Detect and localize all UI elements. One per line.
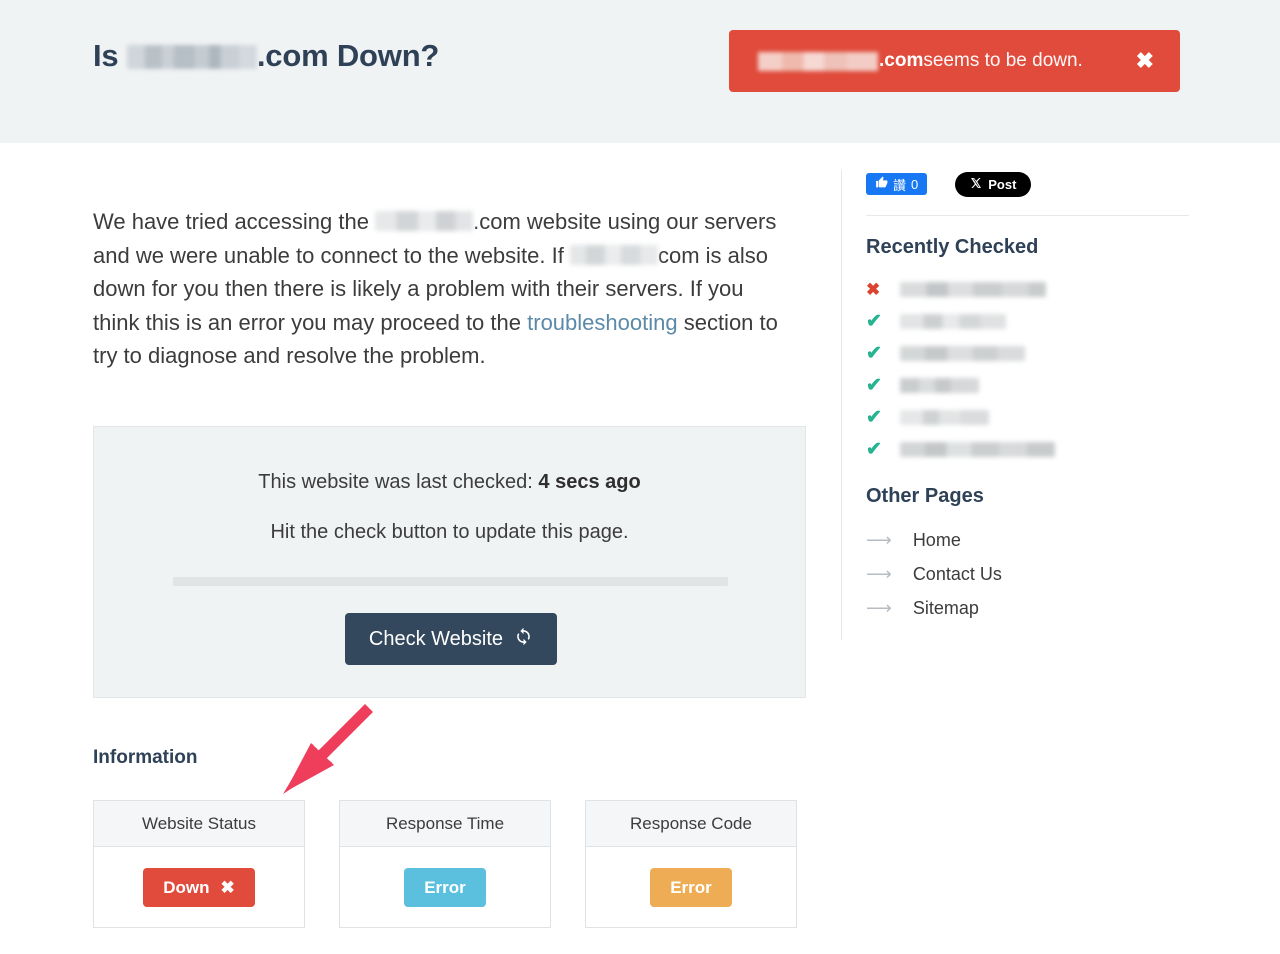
card-title: Response Time bbox=[340, 801, 550, 847]
status-badge-label: Error bbox=[670, 877, 712, 897]
list-item[interactable]: ✔ bbox=[866, 337, 1201, 369]
sidebar: 讚 0 Post Recently Checked ✖ ✔ ✔ ✔ ✔ ✔ Ot… bbox=[841, 170, 1201, 640]
card-website-status: Website Status Down ✖ bbox=[93, 800, 305, 928]
check-panel: This website was last checked: 4 secs ag… bbox=[93, 426, 806, 698]
card-body: Down ✖ bbox=[94, 847, 304, 927]
sidebar-divider bbox=[866, 215, 1189, 216]
card-body: Error bbox=[340, 847, 550, 927]
list-item[interactable]: ✔ bbox=[866, 305, 1201, 337]
alert-domain-tld: .com bbox=[879, 50, 924, 71]
social-buttons: 讚 0 Post bbox=[866, 170, 1201, 198]
page-title-prefix: Is bbox=[93, 38, 119, 73]
card-title: Response Code bbox=[586, 801, 796, 847]
page-title: Is .com Down? bbox=[93, 38, 439, 74]
refresh-icon bbox=[514, 627, 533, 652]
x-post-label: Post bbox=[988, 176, 1017, 192]
recently-checked-heading: Recently Checked bbox=[866, 236, 1039, 258]
last-checked-value: 4 secs ago bbox=[538, 471, 641, 493]
last-checked-line: This website was last checked: 4 secs ag… bbox=[94, 471, 805, 494]
facebook-like-button[interactable]: 讚 0 bbox=[866, 173, 928, 195]
down-alert-banner: .com seems to be down. ✖ bbox=[729, 30, 1180, 92]
list-item[interactable]: ✔ bbox=[866, 433, 1201, 465]
redacted-site-name bbox=[900, 377, 979, 393]
annotation-arrow-icon bbox=[277, 700, 377, 800]
other-pages-heading: Other Pages bbox=[866, 485, 984, 507]
information-cards: Website Status Down ✖ Response Time Erro… bbox=[93, 800, 797, 928]
sidebar-link-contact-us[interactable]: ⟶ Contact Us bbox=[866, 557, 1201, 591]
redacted-site-name bbox=[900, 441, 1055, 457]
recently-checked-list: ✖ ✔ ✔ ✔ ✔ ✔ bbox=[866, 273, 1201, 465]
list-item[interactable]: ✖ bbox=[866, 273, 1201, 305]
information-heading: Information bbox=[93, 747, 198, 768]
redacted-site-name bbox=[900, 409, 989, 425]
x-logo-icon bbox=[970, 177, 982, 192]
check-progress-bar bbox=[173, 577, 728, 586]
intro-part-1: We have tried accessing the bbox=[93, 209, 369, 234]
sidebar-link-home[interactable]: ⟶ Home bbox=[866, 523, 1201, 557]
last-checked-label: This website was last checked: bbox=[258, 471, 533, 493]
cross-icon: ✖ bbox=[866, 279, 881, 299]
status-badge: Error bbox=[404, 867, 486, 907]
card-title: Website Status bbox=[94, 801, 304, 847]
arrow-right-icon: ⟶ bbox=[866, 530, 892, 550]
redacted-domain-title bbox=[126, 45, 257, 69]
status-badge-label: Error bbox=[424, 877, 466, 897]
card-response-code: Response Code Error bbox=[585, 800, 797, 928]
list-item[interactable]: ✔ bbox=[866, 401, 1201, 433]
sidebar-link-label: Sitemap bbox=[912, 597, 979, 618]
redacted-site-name bbox=[900, 313, 1006, 329]
check-icon: ✔ bbox=[866, 438, 882, 460]
sidebar-link-label: Home bbox=[912, 529, 961, 550]
arrow-right-icon: ⟶ bbox=[866, 564, 892, 584]
close-icon[interactable]: ✖ bbox=[1136, 50, 1154, 72]
check-website-button[interactable]: Check Website bbox=[345, 613, 557, 665]
card-body: Error bbox=[586, 847, 796, 927]
list-item[interactable]: ✔ bbox=[866, 369, 1201, 401]
check-icon: ✔ bbox=[866, 406, 882, 428]
check-hint: Hit the check button to update this page… bbox=[270, 521, 629, 543]
page-header: Is .com Down? .com seems to be down. ✖ bbox=[0, 0, 1280, 143]
other-pages-list: ⟶ Home ⟶ Contact Us ⟶ Sitemap bbox=[866, 523, 1201, 625]
cross-icon: ✖ bbox=[220, 877, 235, 897]
intro-paragraph: We have tried accessing the .com website… bbox=[93, 205, 793, 373]
status-badge: Down ✖ bbox=[143, 867, 255, 907]
redacted-site-name bbox=[900, 281, 1046, 297]
redacted-domain-body-2 bbox=[569, 244, 658, 265]
status-badge-label: Down bbox=[163, 877, 210, 897]
check-website-button-label: Check Website bbox=[368, 627, 504, 650]
facebook-like-count: 0 bbox=[911, 176, 919, 192]
arrow-right-icon: ⟶ bbox=[866, 598, 892, 618]
page-title-suffix: .com Down? bbox=[256, 38, 440, 73]
alert-message-text: seems to be down. bbox=[923, 50, 1083, 71]
sidebar-link-label: Contact Us bbox=[912, 563, 1002, 584]
redacted-site-name bbox=[900, 345, 1025, 361]
alert-message: .com seems to be down. bbox=[758, 50, 1083, 72]
check-icon: ✔ bbox=[866, 310, 882, 332]
check-icon: ✔ bbox=[866, 374, 882, 396]
status-badge: Error bbox=[650, 867, 732, 907]
x-post-button[interactable]: Post bbox=[955, 171, 1032, 197]
thumbs-up-icon bbox=[875, 176, 888, 192]
redacted-domain-body-1 bbox=[375, 211, 474, 231]
troubleshooting-link[interactable]: troubleshooting bbox=[527, 310, 677, 335]
sidebar-link-sitemap[interactable]: ⟶ Sitemap bbox=[866, 591, 1201, 625]
card-response-time: Response Time Error bbox=[339, 800, 551, 928]
redacted-domain-alert bbox=[758, 51, 878, 71]
facebook-like-label: 讚 bbox=[893, 177, 907, 193]
check-icon: ✔ bbox=[866, 342, 882, 364]
